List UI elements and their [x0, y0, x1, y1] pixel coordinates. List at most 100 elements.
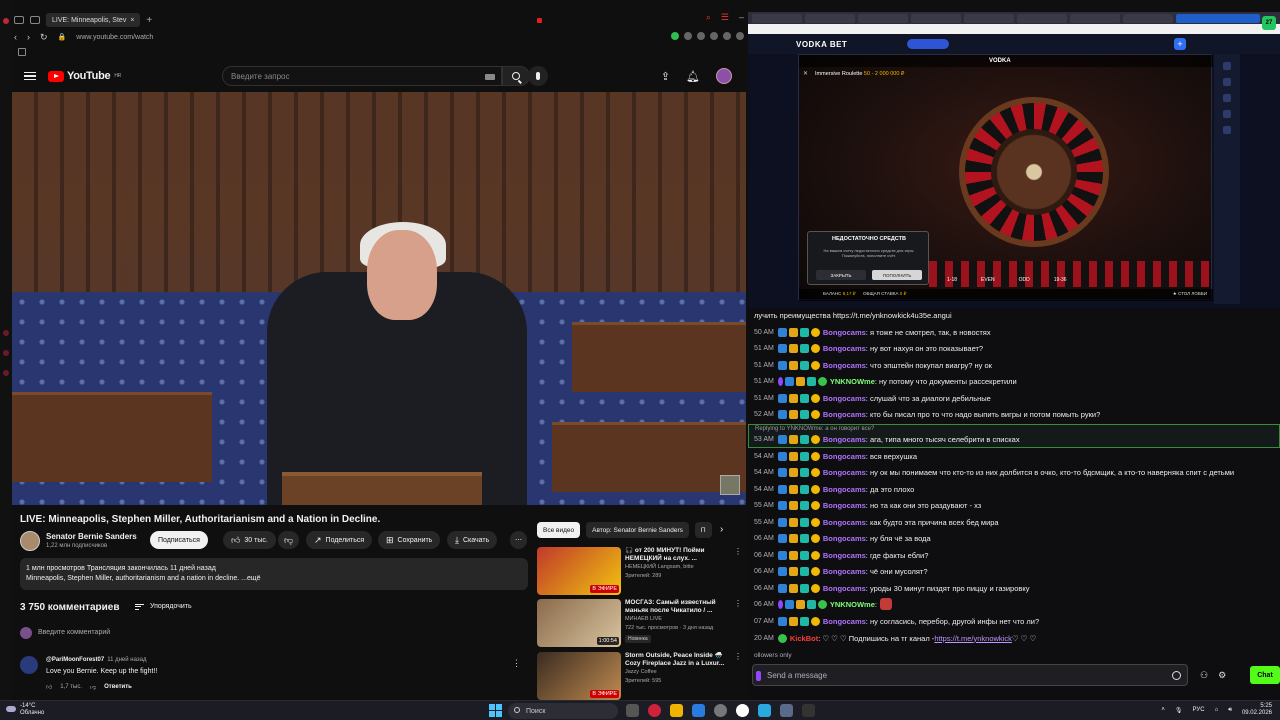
- rec-thumbnail[interactable]: 1:00:54: [537, 599, 621, 647]
- extension-icon[interactable]: [697, 32, 705, 40]
- chat-username[interactable]: Bongocams: [823, 567, 866, 576]
- close-icon[interactable]: ×: [130, 17, 134, 24]
- chat-badge-icon[interactable]: [810, 566, 820, 576]
- roulette-game[interactable]: VODKA ✕ Immersive Roulette 50 - 2 000 00…: [798, 54, 1213, 301]
- chat-username[interactable]: YNKNOWme: [830, 600, 875, 609]
- rec-item[interactable]: В ЭФИРЕ 🎧 от 200 МИНУТ! Пойми НЕМЕЦКИЙ н…: [537, 547, 742, 597]
- chat-username[interactable]: Bongocams: [823, 617, 866, 626]
- chat-badge-icon[interactable]: [795, 599, 805, 609]
- keyboard-icon[interactable]: [485, 74, 495, 80]
- tab-overview-icon[interactable]: [14, 16, 24, 24]
- chat-badge-icon[interactable]: [810, 360, 820, 370]
- telegram-icon[interactable]: [758, 704, 771, 717]
- youtube-logo[interactable]: YouTube HR: [48, 70, 121, 82]
- task-view-icon[interactable]: [626, 704, 639, 717]
- opera-icon[interactable]: [648, 704, 661, 717]
- capcut-icon[interactable]: [802, 704, 815, 717]
- rec-menu-icon[interactable]: ⋮: [734, 547, 742, 556]
- chat-badge-icon[interactable]: [788, 500, 798, 510]
- chat-badge-icon[interactable]: [799, 467, 809, 477]
- settings-icon[interactable]: ⚙: [1218, 670, 1226, 681]
- comment-author[interactable]: @PariMoonForest07: [46, 657, 104, 663]
- chat-badge-icon[interactable]: [777, 451, 787, 461]
- chat-badge-icon[interactable]: [777, 393, 787, 403]
- chat-badge-icon[interactable]: [788, 517, 798, 527]
- chat-badge-icon[interactable]: [799, 616, 809, 626]
- chat-badge-icon[interactable]: [777, 566, 787, 576]
- chat-badge-icon[interactable]: [810, 393, 820, 403]
- download-button[interactable]: ⤓ Скачать: [447, 531, 498, 549]
- more-actions-button[interactable]: ⋯: [510, 531, 527, 549]
- chat-username[interactable]: Bongocams: [823, 452, 866, 461]
- extension-icon[interactable]: [684, 32, 692, 40]
- chat-badge-icon[interactable]: [810, 550, 820, 560]
- chat-badge-icon[interactable]: [799, 327, 809, 337]
- comment-dislike-icon[interactable]: 👎︎: [90, 683, 96, 691]
- clock[interactable]: 5:25 09.02.2026: [1242, 703, 1272, 717]
- chat-badge-icon[interactable]: [777, 467, 787, 477]
- deposit-plus-button[interactable]: +: [1174, 38, 1186, 50]
- chat-username[interactable]: Bongocams: [823, 584, 866, 593]
- chat-link[interactable]: https://t.me/ynknowkick: [934, 634, 1012, 643]
- chip-more[interactable]: П: [694, 522, 712, 538]
- reply-button[interactable]: Ответить: [104, 684, 132, 690]
- chat-username[interactable]: Bongocams: [823, 344, 866, 353]
- casino-side-icon[interactable]: [1223, 94, 1231, 102]
- chat-badge-icon[interactable]: [788, 393, 798, 403]
- chat-badge-icon[interactable]: [788, 583, 798, 593]
- search-tabs-icon[interactable]: ⌕: [706, 12, 711, 23]
- chat-badge-icon[interactable]: [799, 434, 809, 444]
- extension-icon[interactable]: [710, 32, 718, 40]
- forward-icon[interactable]: ›: [27, 32, 30, 42]
- casino-tab-active[interactable]: [1176, 13, 1260, 23]
- channel-name[interactable]: Senator Bernie Sanders: [46, 532, 137, 541]
- reload-icon[interactable]: ↻: [40, 32, 48, 43]
- chat-badge-icon[interactable]: [810, 343, 820, 353]
- chat-badge-icon[interactable]: [777, 550, 787, 560]
- casino-tab[interactable]: [805, 13, 855, 23]
- chat-badge-icon[interactable]: [799, 343, 809, 353]
- chat-badge-icon[interactable]: [799, 484, 809, 494]
- chat-badge-icon[interactable]: [777, 616, 787, 626]
- close-icon[interactable]: ✕: [803, 70, 808, 77]
- sidebar-item-icon[interactable]: [3, 370, 9, 376]
- chat-badge-icon[interactable]: [810, 517, 820, 527]
- chat-badge-icon[interactable]: [777, 517, 787, 527]
- share-button[interactable]: ↗ Поделиться: [306, 531, 373, 549]
- chat-badge-icon[interactable]: [788, 566, 798, 576]
- chat-badge-icon[interactable]: [788, 451, 798, 461]
- chat-badge-icon[interactable]: [799, 409, 809, 419]
- dislike-button[interactable]: 👎︎: [278, 531, 300, 549]
- comment-avatar[interactable]: [20, 656, 38, 674]
- chat-badge-icon[interactable]: [788, 550, 798, 560]
- chat-badge-icon[interactable]: [799, 393, 809, 403]
- comment-input[interactable]: Введите комментарий: [38, 629, 110, 636]
- chat-badge-icon[interactable]: [777, 533, 787, 543]
- pip-thumbnail[interactable]: [720, 475, 740, 495]
- new-tab-button[interactable]: +: [146, 15, 152, 26]
- chat-badge-icon[interactable]: [799, 550, 809, 560]
- app-icon[interactable]: [714, 704, 727, 717]
- sort-button[interactable]: Упорядочить: [135, 603, 192, 610]
- sidebar-item-icon[interactable]: [3, 350, 9, 356]
- modal-deposit-button[interactable]: ПОПОЛНИТЬ: [872, 270, 922, 280]
- chat-badge-icon[interactable]: [799, 451, 809, 461]
- chat-badge-icon[interactable]: [810, 616, 820, 626]
- casino-side-icon[interactable]: [1223, 110, 1231, 118]
- points-icon[interactable]: ⚇: [1200, 670, 1208, 681]
- casino-side-icon[interactable]: [1223, 126, 1231, 134]
- chat-badge-icon[interactable]: [788, 616, 798, 626]
- chat-username[interactable]: Bongocams: [823, 501, 866, 510]
- rec-channel[interactable]: Jazzy Coffee: [625, 669, 657, 675]
- bet-odd[interactable]: ODD: [1019, 277, 1030, 283]
- chat-username[interactable]: Bongocams: [823, 485, 866, 494]
- rec-channel[interactable]: МИНАЕВ LIVE: [625, 616, 662, 622]
- chat-badge-icon[interactable]: [777, 434, 787, 444]
- chat-badge-icon[interactable]: [806, 599, 816, 609]
- chat-username[interactable]: Bongocams: [823, 435, 866, 444]
- rec-menu-icon[interactable]: ⋮: [734, 652, 742, 661]
- windows-start-icon[interactable]: [489, 704, 502, 717]
- workspace-icon[interactable]: [30, 16, 40, 24]
- chat-badge-icon[interactable]: [810, 500, 820, 510]
- easy-setup-icon[interactable]: ☰: [721, 12, 729, 23]
